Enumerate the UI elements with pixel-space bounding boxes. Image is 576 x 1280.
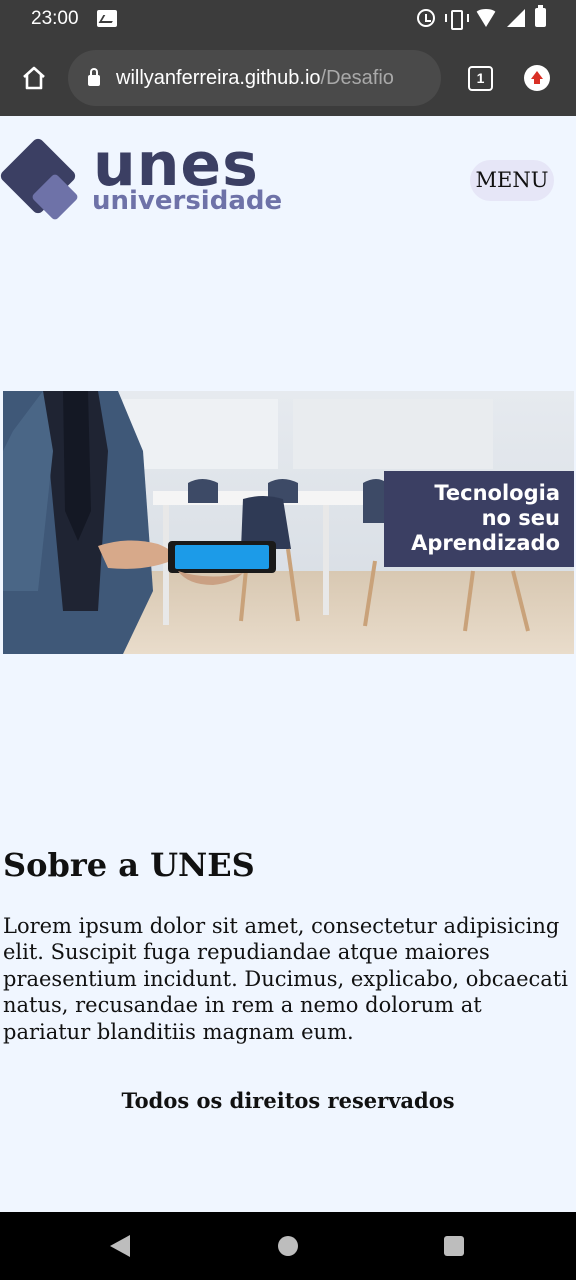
banner-tagline-line3: Aprendizado (411, 531, 560, 555)
vibrate-icon (445, 9, 469, 30)
footer-copyright: Todos os direitos reservados (121, 1088, 455, 1113)
banner-tagline-line2: no seu (481, 506, 560, 530)
wifi-icon (475, 8, 497, 27)
status-icons (417, 5, 546, 30)
browser-toolbar: willyanferreira.github.io/Desafio 1 (0, 40, 576, 116)
about-title: Sobre a UNES (3, 846, 255, 884)
home-icon[interactable] (20, 64, 48, 92)
hero-banner: Tecnologia no seu Aprendizado (3, 391, 574, 654)
url-path: /Desafio (320, 66, 394, 89)
address-bar[interactable]: willyanferreira.github.io/Desafio (68, 50, 441, 106)
update-icon[interactable] (524, 65, 550, 91)
back-icon[interactable] (110, 1235, 130, 1257)
logo-subtitle: universidade (92, 186, 283, 216)
tab-switcher-button[interactable]: 1 (468, 66, 493, 91)
signal-icon (507, 8, 525, 27)
about-paragraph: Lorem ipsum dolor sit amet, consectetur … (3, 914, 568, 1044)
menu-button[interactable]: MENU (470, 160, 554, 201)
banner-tagline: Tecnologia no seu Aprendizado (384, 471, 574, 567)
url-host: willyanferreira.github.io (116, 66, 321, 89)
status-time: 23:00 (31, 8, 79, 29)
status-bar: 23:00 (0, 0, 576, 40)
notification-icon (97, 10, 117, 27)
system-nav-bar (0, 1212, 576, 1280)
site-logo[interactable]: unes universidade (0, 130, 290, 222)
alarm-icon (417, 8, 435, 27)
banner-tagline-line1: Tecnologia (434, 481, 560, 505)
recent-apps-icon[interactable] (444, 1236, 464, 1256)
battery-icon (535, 5, 546, 27)
home-circle-icon[interactable] (278, 1236, 298, 1256)
lock-icon (88, 67, 100, 86)
